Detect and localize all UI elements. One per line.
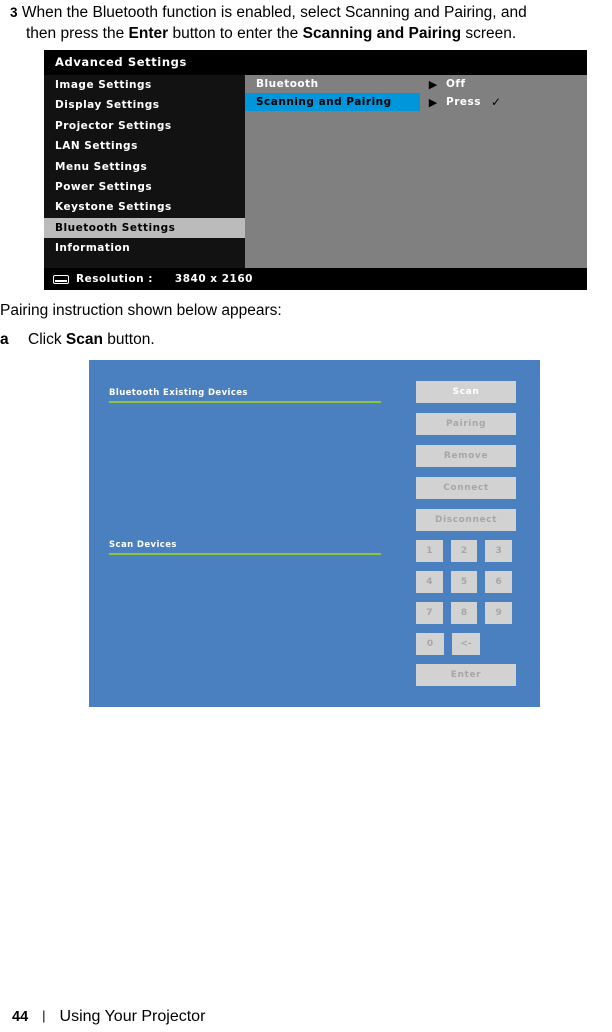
disconnect-button[interactable]: Disconnect [416, 509, 516, 531]
section-divider [109, 401, 381, 403]
bluetooth-pairing-dialog: Bluetooth Existing Devices Scan Devices … [89, 360, 540, 707]
keypad-key-7[interactable]: 7 [416, 602, 443, 624]
osd-menu-item-bluetooth-settings[interactable]: Bluetooth Settings [44, 217, 245, 239]
keypad-backspace-key[interactable]: <- [452, 633, 480, 655]
scan-devices-section: Scan Devices [109, 540, 381, 555]
keypad-enter-button[interactable]: Enter [416, 664, 516, 686]
existing-devices-title: Bluetooth Existing Devices [109, 388, 248, 398]
resolution-icon [53, 274, 69, 284]
right-arrow-icon: ▶ [428, 95, 438, 109]
keypad-row: 7 8 9 [416, 602, 520, 624]
step-3-line-2: then press the Enter button to enter the… [10, 23, 606, 44]
osd-submenu-label-scanning-and-pairing: Scanning and Pairing [245, 93, 420, 111]
instruction-step-3: 3 When the Bluetooth function is enabled… [10, 2, 606, 44]
osd-menu-item-display-settings[interactable]: Display Settings [44, 95, 245, 115]
scanning-pairing-keyword: Scanning and Pairing [302, 25, 462, 42]
footer-title: Using Your Projector [59, 1008, 206, 1025]
page-number: 44 [12, 1009, 29, 1025]
keypad-key-1[interactable]: 1 [416, 540, 443, 562]
osd-menu-item-projector-settings[interactable]: Projector Settings [44, 116, 245, 136]
osd-submenu-row-bluetooth[interactable]: Bluetooth ▶ Off [245, 75, 587, 93]
section-divider [109, 553, 381, 555]
osd-menu-item-image-settings[interactable]: Image Settings [44, 75, 245, 95]
right-arrow-icon: ▶ [428, 77, 438, 91]
keypad-key-3[interactable]: 3 [485, 540, 513, 562]
step-3-text-a: then press the [26, 25, 129, 42]
osd-submenu-panel: Bluetooth ▶ Off Scanning and Pairing ▶ P… [245, 75, 587, 268]
osd-submenu-value-scanning-and-pairing: Press [446, 96, 481, 108]
scan-keyword: Scan [65, 331, 103, 348]
keypad-key-0[interactable]: 0 [416, 633, 444, 655]
keypad-row: 4 5 6 [416, 571, 520, 593]
keypad-key-6[interactable]: 6 [485, 571, 513, 593]
resolution-value: 3840 x 2160 [174, 273, 253, 285]
osd-menu-item-keystone-settings[interactable]: Keystone Settings [44, 197, 245, 217]
osd-title-bar: Advanced Settings [44, 50, 587, 75]
keypad-row: 1 2 3 [416, 540, 520, 562]
pairing-note: Pairing instruction shown below appears: [0, 302, 282, 319]
osd-status-bar: Resolution : 3840 x 2160 [44, 268, 587, 290]
step-letter: a [0, 331, 9, 348]
osd-submenu-value-bluetooth: Off [446, 78, 466, 90]
keypad-row: 0 <- [416, 633, 520, 655]
step-3-text-e: screen. [461, 25, 517, 42]
resolution-label: Resolution : [76, 273, 153, 285]
instruction-step-a: a Click Scan button. [0, 329, 155, 350]
step-3-line-1: When the Bluetooth function is enabled, … [21, 4, 527, 21]
osd-submenu-label-bluetooth: Bluetooth [256, 78, 319, 90]
osd-menu-item-information[interactable]: Information [44, 238, 245, 258]
enter-keyword: Enter [128, 25, 169, 42]
page-footer: 44 | Using Your Projector [12, 1008, 205, 1026]
keypad-key-5[interactable]: 5 [450, 571, 478, 593]
osd-menu-list: Image Settings Display Settings Projecto… [44, 75, 245, 268]
osd-menu-item-lan-settings[interactable]: LAN Settings [44, 136, 245, 156]
keypad-key-9[interactable]: 9 [485, 602, 513, 624]
osd-submenu-row-scanning-and-pairing[interactable]: Scanning and Pairing ▶ Press ✓ [245, 93, 587, 111]
existing-devices-section: Bluetooth Existing Devices [109, 388, 381, 403]
checkmark-icon: ✓ [491, 95, 502, 109]
step-a-text-c: button. [102, 331, 155, 348]
keypad-key-8[interactable]: 8 [450, 602, 478, 624]
keypad-key-4[interactable]: 4 [416, 571, 443, 593]
footer-separator: | [42, 1008, 46, 1023]
scan-button[interactable]: Scan [416, 381, 516, 403]
step-a-text-a: Click [28, 331, 66, 348]
step-3-text-c: button to enter the [168, 25, 303, 42]
keypad-key-2[interactable]: 2 [450, 540, 478, 562]
osd-menu-item-power-settings[interactable]: Power Settings [44, 177, 245, 197]
scan-devices-title: Scan Devices [109, 540, 177, 550]
pairing-button[interactable]: Pairing [416, 413, 516, 435]
bluetooth-action-buttons: Scan Pairing Remove Connect Disconnect [416, 381, 516, 541]
osd-screenshot: Advanced Settings Image Settings Display… [44, 50, 587, 290]
remove-button[interactable]: Remove [416, 445, 516, 467]
numeric-keypad: 1 2 3 4 5 6 7 8 9 0 <- Enter [416, 540, 520, 686]
connect-button[interactable]: Connect [416, 477, 516, 499]
step-number: 3 [10, 5, 18, 20]
osd-menu-item-menu-settings[interactable]: Menu Settings [44, 157, 245, 177]
